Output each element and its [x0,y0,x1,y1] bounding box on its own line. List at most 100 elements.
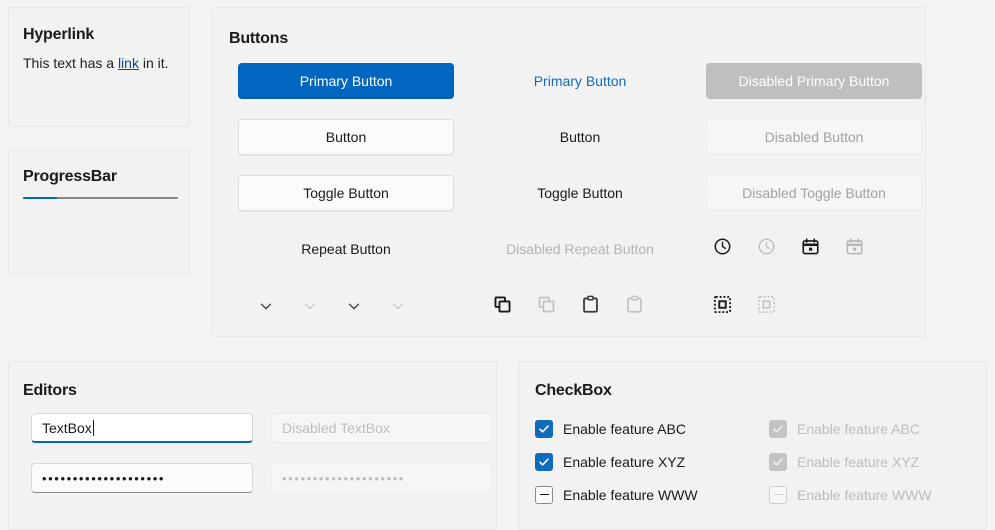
hyperlink-panel: Hyperlink This text has a link in it. [8,7,190,127]
dash-glyph [773,493,783,496]
clock-icon [757,237,776,256]
disabled-paste-icon-button [619,289,649,319]
disabled-checkbox-item-abc: Enable feature ABC [769,419,995,438]
checkbox-checked-icon [769,419,787,438]
checkbox-panel: CheckBox Enable feature ABC Enable featu… [518,361,987,530]
button-row-toggle: Toggle Button Toggle Button Disabled Tog… [229,165,931,221]
disabled-checkbox-item-www: Enable feature WWW [769,485,995,504]
checkbox-label: Enable feature XYZ [563,453,686,470]
primary-button[interactable]: Primary Button [238,63,454,99]
progressbar-panel: ProgressBar [8,150,190,274]
disabled-copy-icon-button [531,289,561,319]
calendar-icon-button[interactable] [795,231,825,261]
standard-text-button[interactable]: Button [472,119,688,155]
chevron-down-icon [257,297,275,315]
disabled-toggle-button: Disabled Toggle Button [706,175,922,211]
primary-text-button[interactable]: Primary Button [472,63,688,99]
checkbox-item-www[interactable]: Enable feature WWW [535,485,769,504]
select-all-icon [757,295,776,314]
chevron-down-icon [345,297,363,315]
disabled-password-value: •••••••••••••••••••• [282,470,406,486]
password-value: •••••••••••••••••••• [42,470,166,486]
copy-icon-button[interactable] [487,289,517,319]
checkbox-row: Enable feature XYZ Enable feature XYZ [535,445,995,478]
checkbox-label: Enable feature WWW [797,486,932,503]
textbox-value: TextBox [42,419,92,436]
button-cell: Disabled Primary Button [697,63,931,99]
checkbox-checked-icon [769,452,787,471]
editors-panel: Editors TextBox Disabled TextBox •••••••… [8,361,497,530]
checkbox-indeterminate-icon [535,485,553,504]
button-cell: Button [229,119,463,155]
copy-icon [537,295,556,314]
checkbox-label: Enable feature XYZ [797,453,920,470]
checkbox-checked-icon [535,452,553,471]
progressbar-panel-title: ProgressBar [23,168,117,185]
calendar-icon [801,237,820,256]
disabled-clock-icon-button [751,231,781,261]
disabled-primary-button: Disabled Primary Button [706,63,922,99]
editors-panel-title: Editors [23,382,77,399]
password-input[interactable]: •••••••••••••••••••• [31,463,253,493]
calendar-icon [845,237,864,256]
checkbox-row: Enable feature WWW Enable feature WWW [535,478,995,511]
text-caret [92,419,94,436]
clock-icon [713,237,732,256]
button-cell: Disabled Toggle Button [697,175,931,211]
checkbox-grid: Enable feature ABC Enable feature ABC En… [535,412,995,511]
progress-bar-fill [23,197,58,199]
button-cell: Button [463,119,697,155]
standard-button[interactable]: Button [238,119,454,155]
button-cell: Primary Button [463,63,697,99]
paste-icon-button[interactable] [575,289,605,319]
disabled-textbox-input: Disabled TextBox [271,413,493,443]
disabled-standard-button: Disabled Button [706,119,922,155]
hyperlink-sentence: This text has a link in it. [23,55,169,71]
disabled-checkbox-item-xyz: Enable feature XYZ [769,452,995,471]
button-cell: Toggle Button [229,175,463,211]
toggle-button[interactable]: Toggle Button [238,175,454,211]
progress-bar-track [23,197,178,199]
checkbox-label: Enable feature ABC [797,420,920,437]
button-row-standard: Button Button Disabled Button [229,109,931,165]
hyperlink-text-before: This text has a [23,55,118,71]
chevron-down-icon [389,297,407,315]
button-cell: Primary Button [229,63,463,99]
checkbox-item-abc[interactable]: Enable feature ABC [535,419,769,438]
chevron-down-icon [301,297,319,315]
clock-icon-button[interactable] [707,231,737,261]
disabled-select-all-icon-button [751,289,781,319]
textbox-input[interactable]: TextBox [31,413,253,443]
hyperlink-text-after: in it. [138,55,169,71]
checkbox-row: Enable feature ABC Enable feature ABC [535,412,995,445]
checkbox-item-xyz[interactable]: Enable feature XYZ [535,452,769,471]
chevron-down-icon-button[interactable] [251,291,281,321]
checkbox-label: Enable feature WWW [563,486,698,503]
icon-button-area [229,222,911,334]
disabled-chevron-down-icon-button [295,291,325,321]
select-all-icon [713,295,732,314]
button-row-primary: Primary Button Primary Button Disabled P… [229,53,931,109]
icon-row-date-time [229,222,911,278]
toggle-text-button[interactable]: Toggle Button [472,175,688,211]
icon-row-commands [229,278,911,334]
button-cell: Toggle Button [463,175,697,211]
checkbox-checked-icon [535,419,553,438]
disabled-calendar-icon-button [839,231,869,261]
paste-icon [581,295,600,314]
checkbox-indeterminate-icon [769,485,787,504]
button-cell: Disabled Button [697,119,931,155]
chevron-down-icon-button[interactable] [339,291,369,321]
checkbox-panel-title: CheckBox [535,382,612,399]
checkbox-label: Enable feature ABC [563,420,686,437]
buttons-panel: Buttons Primary Button Primary Button Di… [212,7,926,337]
paste-icon [625,295,644,314]
buttons-panel-title: Buttons [229,30,289,47]
disabled-password-input: •••••••••••••••••••• [271,463,493,493]
hyperlink-link[interactable]: link [118,55,139,71]
hyperlink-panel-title: Hyperlink [23,26,95,43]
copy-icon [493,295,512,314]
dash-glyph [539,493,549,496]
disabled-chevron-down-icon-button [383,291,413,321]
select-all-icon-button[interactable] [707,289,737,319]
